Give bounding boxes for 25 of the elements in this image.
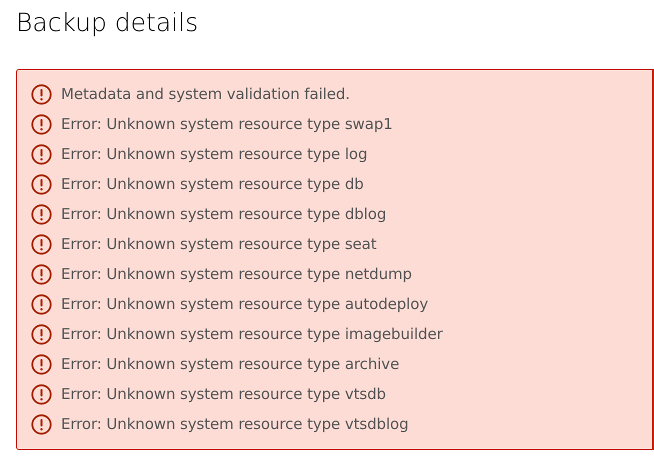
error-icon [31, 84, 52, 104]
error-icon [31, 354, 52, 374]
error-message: Error: Unknown system resource type imagebuilder [61, 324, 443, 344]
error-icon [31, 264, 52, 284]
error-icon [31, 174, 52, 194]
error-icon [31, 144, 52, 164]
error-message: Error: Unknown system resource type vtsdblog [61, 414, 409, 434]
error-icon [31, 294, 52, 314]
error-icon [31, 234, 52, 254]
error-message: Error: Unknown system resource type dblog [61, 204, 386, 224]
error-icon [31, 324, 52, 344]
error-message: Metadata and system validation failed. [61, 84, 350, 104]
error-icon [31, 384, 52, 404]
page-title: Backup details [16, 7, 200, 39]
error-message: Error: Unknown system resource type autodeploy [61, 294, 428, 314]
error-message: Error: Unknown system resource type log [61, 144, 368, 164]
error-message: Error: Unknown system resource type vtsdb [61, 384, 386, 404]
error-icon [31, 114, 52, 134]
error-message: Error: Unknown system resource type netdump [61, 264, 412, 284]
error-message: Error: Unknown system resource type db [61, 174, 364, 194]
error-message: Error: Unknown system resource type swap1 [61, 114, 393, 134]
error-icon [31, 414, 52, 434]
error-message: Error: Unknown system resource type seat [61, 234, 377, 254]
error-icon [31, 204, 52, 224]
error-message: Error: Unknown system resource type archive [61, 354, 400, 374]
